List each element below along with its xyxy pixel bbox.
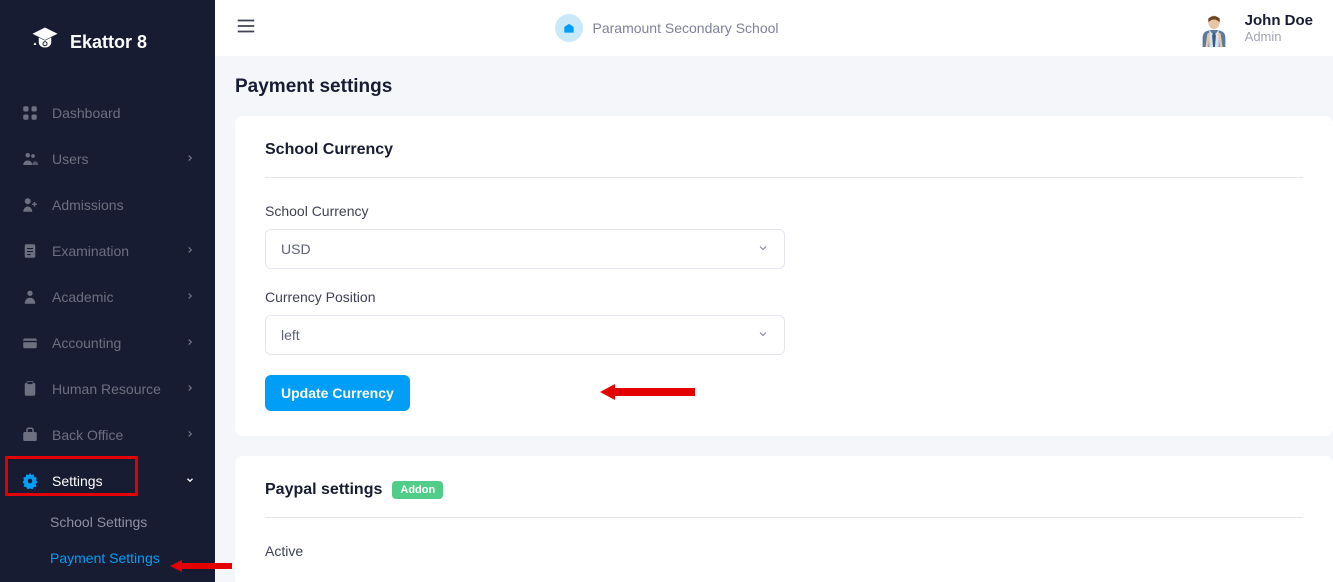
sidebar-item-settings[interactable]: Settings — [0, 458, 215, 504]
nav: Dashboard Users Admissions Examination A… — [0, 90, 215, 576]
sidebar-item-label: Back Office — [52, 427, 185, 443]
select-value: USD — [281, 241, 311, 257]
chevron-right-icon — [185, 242, 195, 260]
sidebar-item-label: Examination — [52, 243, 185, 259]
logo-icon — [30, 25, 60, 60]
form-group-currency: School Currency USD — [265, 203, 1303, 269]
chevron-down-icon — [757, 327, 769, 343]
position-select[interactable]: left — [265, 315, 785, 355]
card-title-text: Paypal settings — [265, 481, 382, 499]
grid-icon — [20, 103, 40, 123]
annotation-arrow — [600, 382, 700, 407]
form-label: School Currency — [265, 203, 1303, 219]
form-label: Active — [265, 543, 1303, 559]
chevron-right-icon — [185, 150, 195, 168]
chevron-right-icon — [185, 288, 195, 306]
currency-select[interactable]: USD — [265, 229, 785, 269]
logo-text: Ekattor 8 — [70, 32, 147, 53]
sidebar-item-examination[interactable]: Examination — [0, 228, 215, 274]
form-label: Currency Position — [265, 289, 1303, 305]
school-name: Paramount Secondary School — [593, 20, 779, 36]
clipboard-icon — [20, 379, 40, 399]
card-icon — [20, 333, 40, 353]
users-icon — [20, 149, 40, 169]
chevron-right-icon — [185, 380, 195, 398]
sidebar-item-label: Users — [52, 151, 185, 167]
card-title: School Currency — [265, 141, 1303, 178]
user-info[interactable]: John Doe Admin — [1195, 9, 1313, 47]
academic-icon — [20, 287, 40, 307]
sidebar: Ekattor 8 Dashboard Users Admissions Exa… — [0, 0, 215, 582]
file-icon — [20, 241, 40, 261]
main: Paramount Secondary School John Doe Admi… — [215, 0, 1333, 582]
paypal-card: Paypal settings Addon Active — [235, 456, 1333, 582]
chevron-right-icon — [185, 334, 195, 352]
form-group-position: Currency Position left — [265, 289, 1303, 355]
page-title: Payment settings — [215, 56, 1333, 116]
sidebar-item-academic[interactable]: Academic — [0, 274, 215, 320]
card-title: Paypal settings Addon — [265, 481, 1303, 518]
user-text: John Doe Admin — [1245, 12, 1313, 44]
sidebar-item-label: Admissions — [52, 197, 195, 213]
form-group-active: Active — [265, 543, 1303, 559]
page-body: Payment settings School Currency School … — [215, 56, 1333, 582]
sidebar-item-label: Academic — [52, 289, 185, 305]
sidebar-item-label: Human Resource — [52, 381, 185, 397]
sidebar-item-admissions[interactable]: Admissions — [0, 182, 215, 228]
chevron-down-icon — [185, 472, 195, 490]
annotation-arrow — [170, 558, 235, 579]
addon-badge: Addon — [392, 481, 443, 499]
sidebar-item-back-office[interactable]: Back Office — [0, 412, 215, 458]
hamburger-icon[interactable] — [235, 15, 257, 42]
school-icon — [555, 14, 583, 42]
briefcase-icon — [20, 425, 40, 445]
currency-card: School Currency School Currency USD Curr… — [235, 116, 1333, 436]
annotation-highlight — [5, 456, 138, 496]
school-badge[interactable]: Paramount Secondary School — [555, 14, 779, 42]
user-role: Admin — [1245, 29, 1313, 44]
sidebar-item-dashboard[interactable]: Dashboard — [0, 90, 215, 136]
update-currency-button[interactable]: Update Currency — [265, 375, 410, 411]
chevron-down-icon — [757, 241, 769, 257]
sidebar-item-label: Dashboard — [52, 105, 195, 121]
chevron-right-icon — [185, 426, 195, 444]
sub-nav-school-settings[interactable]: School Settings — [50, 504, 215, 540]
topbar: Paramount Secondary School John Doe Admi… — [215, 0, 1333, 56]
select-value: left — [281, 327, 300, 343]
sidebar-item-hr[interactable]: Human Resource — [0, 366, 215, 412]
user-name: John Doe — [1245, 12, 1313, 29]
avatar — [1195, 9, 1233, 47]
sidebar-item-accounting[interactable]: Accounting — [0, 320, 215, 366]
user-plus-icon — [20, 195, 40, 215]
sidebar-item-label: Accounting — [52, 335, 185, 351]
logo[interactable]: Ekattor 8 — [0, 25, 215, 90]
sidebar-item-users[interactable]: Users — [0, 136, 215, 182]
